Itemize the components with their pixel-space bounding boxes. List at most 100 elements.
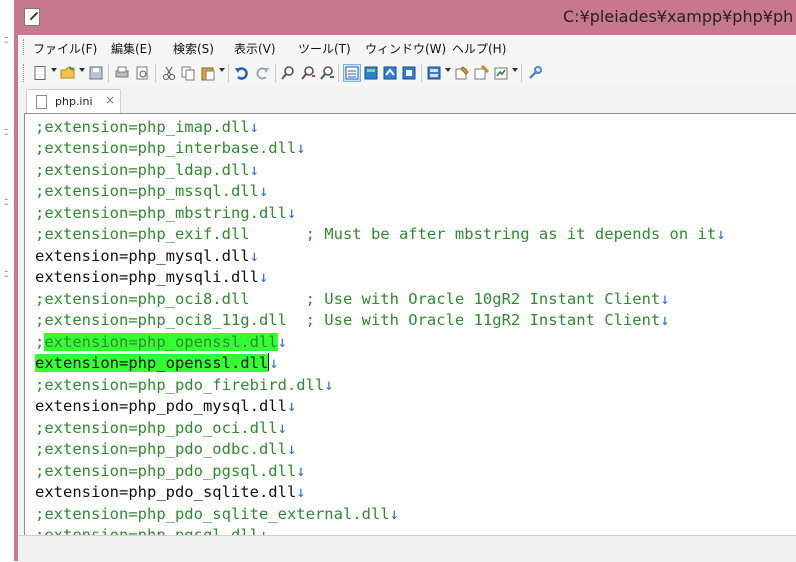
paste-dropdown-icon[interactable]	[219, 68, 225, 72]
eol-marker: ↓	[286, 204, 297, 222]
editor-window: C:¥pleiades¥xampp¥php¥ph ファイル(F) 編集(E) 検…	[14, 0, 796, 562]
toolbar-grip[interactable]	[23, 64, 26, 82]
editor-line-selected[interactable]: ;extension=php_openssl.dll↓	[35, 332, 287, 353]
toolbar-separator	[421, 64, 422, 82]
cut-icon[interactable]	[161, 65, 177, 81]
eol-marker: ↓	[258, 182, 269, 200]
editor-line[interactable]: ;extension=php_pdo_oci.dll↓	[35, 418, 287, 439]
find-icon[interactable]	[280, 65, 296, 81]
line-text: extension=php_pdo_sqlite.dll	[35, 483, 297, 501]
desktop-artifact: ﾆ	[4, 128, 9, 138]
open-folder-icon[interactable]	[60, 65, 76, 81]
tab-close-icon[interactable]: ×	[105, 93, 115, 107]
line-text: ;extension=php_oci8.dll ; Use with Oracl…	[35, 290, 661, 308]
eol-marker: ↓	[660, 311, 670, 329]
editor-line[interactable]: ;extension=php_pdo_firebird.dll↓	[35, 375, 334, 396]
toolbar	[18, 60, 796, 86]
editor-line[interactable]: extension=php_pdo_sqlite.dll↓	[35, 482, 306, 503]
redo-icon[interactable]	[254, 65, 270, 81]
editor-line[interactable]: ;extension=php_mssql.dll↓	[35, 181, 268, 202]
menu-tools[interactable]: ツール(T)	[298, 40, 351, 57]
editor-line[interactable]: ;extension=php_mbstring.dll↓	[35, 203, 296, 224]
line-text: extension=php_mysql.dll	[35, 247, 250, 265]
new-file-dropdown-icon[interactable]	[51, 68, 57, 72]
menubar-grip[interactable]	[23, 39, 26, 55]
eol-marker: ↓	[660, 290, 670, 308]
menu-search[interactable]: 検索(S)	[173, 40, 214, 57]
menu-edit[interactable]: 編集(E)	[111, 40, 152, 57]
line-text-highlighted: extension=php_openssl.dll	[35, 354, 269, 372]
save-icon[interactable]	[88, 65, 104, 81]
editor-line[interactable]: ;extension=php_oci8.dll ; Use with Oracl…	[35, 289, 670, 310]
text-editor[interactable]: ;extension=php_imap.dll↓ ;extension=php_…	[24, 113, 796, 535]
eol-marker: ↓	[296, 483, 306, 501]
settings-dropdown-icon[interactable]	[445, 68, 451, 72]
undo-icon[interactable]	[234, 65, 250, 81]
editor-line[interactable]: ;extension=php_imap.dll↓	[35, 117, 259, 138]
eol-marker: ↓	[296, 139, 306, 157]
editor-line[interactable]: ;extension=php_pdo_pgsql.dll↓	[35, 461, 306, 482]
editor-line[interactable]: ;extension=php_pdo_sqlite_external.dll↓	[35, 504, 399, 525]
toolbar-separator	[338, 64, 339, 82]
new-file-icon[interactable]	[32, 65, 48, 81]
eol-marker: ↓	[249, 247, 259, 265]
print-preview-icon[interactable]	[134, 65, 150, 81]
line-text: ;extension=php_pdo_sqlite_external.dll	[35, 505, 390, 523]
eol-marker: ↓	[258, 268, 269, 286]
tool-wrench-icon[interactable]	[527, 65, 543, 81]
eol-marker: ↓	[277, 333, 287, 351]
tab-php-ini[interactable]: php.ini ×	[26, 89, 121, 113]
find-next-icon[interactable]	[300, 65, 316, 81]
editor-line[interactable]: extension=php_pdo_mysql.dll↓	[35, 396, 296, 417]
find-previous-icon[interactable]	[319, 65, 335, 81]
window-client-area: ファイル(F) 編集(E) 検索(S) 表示(V) ツール(T) ウィンドウ(W…	[18, 35, 796, 562]
compare-icon[interactable]	[363, 65, 379, 81]
help-tool-dropdown-icon[interactable]	[512, 68, 518, 72]
background-desktop-strip: ﾆ ﾆ ﾆ ﾆ	[0, 0, 15, 561]
copy-icon[interactable]	[180, 65, 196, 81]
line-text: ;extension=php_mbstring.dll	[35, 204, 287, 222]
status-bar	[18, 535, 796, 562]
open-folder-dropdown-icon[interactable]	[79, 68, 85, 72]
desktop-artifact: ﾆ	[4, 198, 9, 208]
settings-icon[interactable]	[426, 65, 442, 81]
title-bar[interactable]: C:¥pleiades¥xampp¥php¥ph	[14, 0, 796, 35]
line-text: ;extension=php_imap.dll	[35, 118, 250, 136]
line-text: ;extension=php_oci8_11g.dll ; Use with O…	[35, 311, 661, 329]
print-icon[interactable]	[114, 65, 130, 81]
editor-line[interactable]: ;extension=php_pgsql.dll↓	[35, 525, 268, 535]
editor-line[interactable]: ;extension=php_interbase.dll↓	[35, 138, 306, 159]
editor-line[interactable]: ;extension=php_ldap.dll↓	[35, 160, 259, 181]
eol-marker: ↓	[286, 440, 297, 458]
eol-marker: ↓	[324, 376, 334, 394]
line-text: extension=php_mysqli.dll	[35, 268, 259, 286]
menu-file[interactable]: ファイル(F)	[33, 40, 97, 57]
help-tool-icon[interactable]	[493, 65, 509, 81]
line-text: ;extension=php_pdo_oci.dll	[35, 419, 278, 437]
tab-label: php.ini	[55, 95, 93, 108]
desktop-artifact: ﾆ	[4, 270, 9, 280]
sync-icon[interactable]	[382, 65, 398, 81]
editor-line[interactable]: extension=php_mysql.dll↓	[35, 246, 259, 267]
notepad-app-icon[interactable]	[24, 8, 40, 26]
window-title: C:¥pleiades¥xampp¥php¥ph	[563, 7, 794, 26]
menu-window[interactable]: ウィンドウ(W)	[365, 40, 446, 57]
toolbar-separator	[228, 64, 229, 82]
editor-line[interactable]: extension=php_mysqli.dll↓	[35, 267, 268, 288]
editor-line[interactable]: ;extension=php_oci8_11g.dll ; Use with O…	[35, 310, 670, 331]
window-icon[interactable]	[473, 64, 490, 81]
macro-icon[interactable]	[401, 65, 417, 81]
menu-view[interactable]: 表示(V)	[234, 40, 276, 57]
line-text: ;extension=php_ldap.dll	[35, 161, 250, 179]
editor-line[interactable]: ;extension=php_exif.dll ; Must be after …	[35, 224, 726, 245]
paste-icon[interactable]	[200, 65, 216, 81]
eol-marker: ↓	[389, 505, 399, 523]
toolbar-separator	[275, 64, 276, 82]
view-toggle-icon[interactable]	[343, 64, 361, 82]
editor-line-selected[interactable]: extension=php_openssl.dll↓	[35, 353, 279, 374]
editor-line[interactable]: ;extension=php_pdo_odbc.dll↓	[35, 439, 296, 460]
tab-strip: php.ini ×	[18, 87, 796, 113]
tools-icon[interactable]	[454, 65, 470, 81]
menu-help[interactable]: ヘルプ(H)	[452, 40, 506, 57]
eol-marker: ↓	[296, 462, 306, 480]
